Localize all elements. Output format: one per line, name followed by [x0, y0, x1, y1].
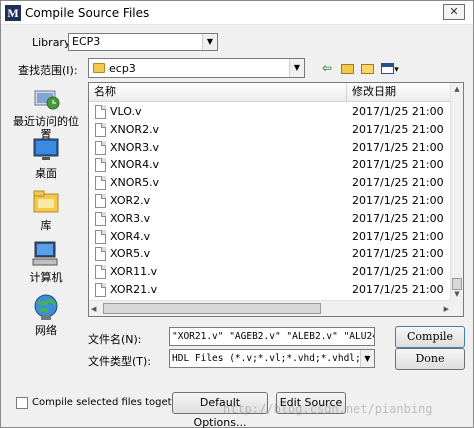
column-header-name[interactable]: 名称: [89, 83, 347, 102]
file-name: XOR11.v: [110, 265, 158, 279]
file-row[interactable]: XNOR2.v 2017/1/25 21:00: [89, 121, 451, 139]
done-button[interactable]: Done: [395, 348, 465, 370]
file-date: 2017/1/25 21:00: [352, 282, 444, 296]
file-name: XOR5.v: [110, 247, 151, 261]
desktop-icon: [31, 135, 61, 165]
scroll-thumb[interactable]: [103, 303, 321, 314]
file-icon: [95, 105, 106, 119]
file-name: XOR3.v: [110, 211, 151, 225]
file-row[interactable]: XNOR3.v 2017/1/25 21:00: [89, 139, 451, 157]
place-label: 库: [40, 219, 52, 232]
file-icon: [95, 158, 106, 173]
horizontal-scrollbar[interactable]: ◀ ▶: [89, 300, 451, 316]
title-bar[interactable]: M Compile Source Files ✕: [1, 1, 473, 25]
file-rows: VLO.v 2017/1/25 21:00 XNOR2.v 2017/1/25 21…: [89, 103, 451, 299]
file-icon: [95, 176, 106, 191]
file-date: 2017/1/25 21:00: [352, 122, 444, 136]
file-name: XOR4.v: [110, 229, 151, 243]
file-name: VLO.v: [110, 105, 142, 118]
scroll-corner: [450, 300, 463, 316]
file-name: XOR2.v: [110, 193, 151, 207]
chevron-down-icon[interactable]: ▼: [360, 350, 374, 367]
computer-icon: [31, 239, 61, 269]
chevron-down-icon[interactable]: ▼: [202, 34, 217, 50]
file-row[interactable]: VLO.v 2017/1/25 21:00: [89, 103, 451, 121]
file-row[interactable]: XOR21.v 2017/1/25 21:00: [89, 281, 451, 299]
file-list[interactable]: 名称 修改日期 VLO.v 2017/1/25 21:00 XNOR2.v 2017…: [88, 82, 464, 317]
place-library[interactable]: 库: [11, 187, 81, 232]
file-icon: [95, 247, 106, 262]
file-name: XNOR3.v: [110, 140, 160, 154]
chevron-down-icon[interactable]: ▼: [289, 59, 304, 77]
place-label: 计算机: [29, 271, 63, 284]
file-date: 2017/1/25 21:00: [352, 176, 444, 190]
filetype-value: HDL Files (*.v;*.vl;*.vhd;*.vhdl;*.vho;*…: [172, 353, 374, 364]
window-title: Compile Source Files: [25, 6, 150, 20]
file-row[interactable]: XOR2.v 2017/1/25 21:00: [89, 192, 451, 210]
modelsim-logo-icon: M: [5, 5, 21, 21]
view-menu-icon[interactable]: ▾: [378, 59, 402, 77]
file-icon: [95, 122, 106, 137]
file-icon: [95, 282, 106, 297]
compile-together-label: Compile selected files together: [32, 397, 189, 408]
network-globe-icon: [31, 292, 61, 322]
back-arrow-icon[interactable]: ⇦: [318, 59, 336, 77]
filename-input[interactable]: "XOR21.v" "AGEB2.v" "ALEB2.v" "ALU24A.v": [169, 327, 375, 346]
compile-together-checkbox[interactable]: [16, 397, 28, 409]
file-icon: [95, 193, 106, 208]
file-name: XOR21.v: [110, 282, 158, 296]
recent-places-icon: [31, 83, 61, 113]
filetype-select[interactable]: HDL Files (*.v;*.vl;*.vhd;*.vhdl;*.vho;*…: [169, 349, 375, 368]
file-row[interactable]: XNOR4.v 2017/1/25 21:00: [89, 156, 451, 174]
place-network[interactable]: 网络: [11, 292, 81, 337]
file-date: 2017/1/25 21:00: [352, 140, 444, 154]
list-header: 名称 修改日期: [89, 83, 451, 102]
new-folder-icon[interactable]: [358, 59, 376, 77]
watermark-text: http://blog.csdn.net/pianbing: [223, 402, 433, 416]
look-in-label: 查找范围(I):: [18, 64, 78, 77]
library-folder-icon: [31, 187, 61, 217]
filetype-label: 文件类型(T):: [88, 355, 152, 368]
vertical-scrollbar[interactable]: ▲ ▼: [450, 83, 463, 301]
look-in-select[interactable]: ecp3 ▼: [88, 58, 305, 78]
file-icon: [95, 211, 106, 226]
file-icon: [95, 140, 106, 155]
place-label: 桌面: [35, 167, 57, 180]
file-icon: [95, 229, 106, 244]
scroll-right-icon[interactable]: ▶: [444, 301, 449, 316]
folder-icon: [93, 63, 105, 73]
scroll-left-icon[interactable]: ◀: [91, 301, 96, 316]
place-computer[interactable]: 计算机: [11, 239, 81, 284]
up-folder-icon[interactable]: [338, 59, 356, 77]
compile-button[interactable]: Compile: [395, 326, 465, 348]
file-name: XNOR5.v: [110, 176, 160, 190]
scroll-up-icon[interactable]: ▲: [451, 83, 463, 96]
file-name: XNOR2.v: [110, 122, 160, 136]
file-date: 2017/1/25 21:00: [352, 211, 444, 225]
file-icon: [95, 265, 106, 280]
place-recent[interactable]: 最近访问的位置: [11, 83, 81, 141]
compile-source-dialog: M Compile Source Files ✕ Library: ECP3 ▼…: [0, 0, 474, 428]
file-date: 2017/1/25 21:00: [352, 158, 444, 172]
file-row[interactable]: XOR5.v 2017/1/25 21:00: [89, 245, 451, 263]
look-in-value: ecp3: [109, 62, 136, 75]
close-button[interactable]: ✕: [443, 4, 465, 20]
file-row[interactable]: XOR4.v 2017/1/25 21:00: [89, 228, 451, 246]
file-row[interactable]: XNOR5.v 2017/1/25 21:00: [89, 174, 451, 192]
place-desktop[interactable]: 桌面: [11, 135, 81, 180]
file-date: 2017/1/25 21:00: [352, 105, 444, 118]
file-date: 2017/1/25 21:00: [352, 229, 444, 243]
file-name: XNOR4.v: [110, 158, 160, 172]
place-label: 网络: [35, 324, 57, 337]
file-row[interactable]: XOR3.v 2017/1/25 21:00: [89, 210, 451, 228]
library-value: ECP3: [72, 35, 101, 48]
file-row[interactable]: XOR11.v 2017/1/25 21:00: [89, 263, 451, 281]
file-date: 2017/1/25 21:00: [352, 265, 444, 279]
file-date: 2017/1/25 21:00: [352, 193, 444, 207]
column-header-date[interactable]: 修改日期: [347, 83, 451, 102]
filename-label: 文件名(N):: [88, 333, 142, 346]
library-select[interactable]: ECP3 ▼: [68, 33, 218, 51]
file-date: 2017/1/25 21:00: [352, 247, 444, 261]
